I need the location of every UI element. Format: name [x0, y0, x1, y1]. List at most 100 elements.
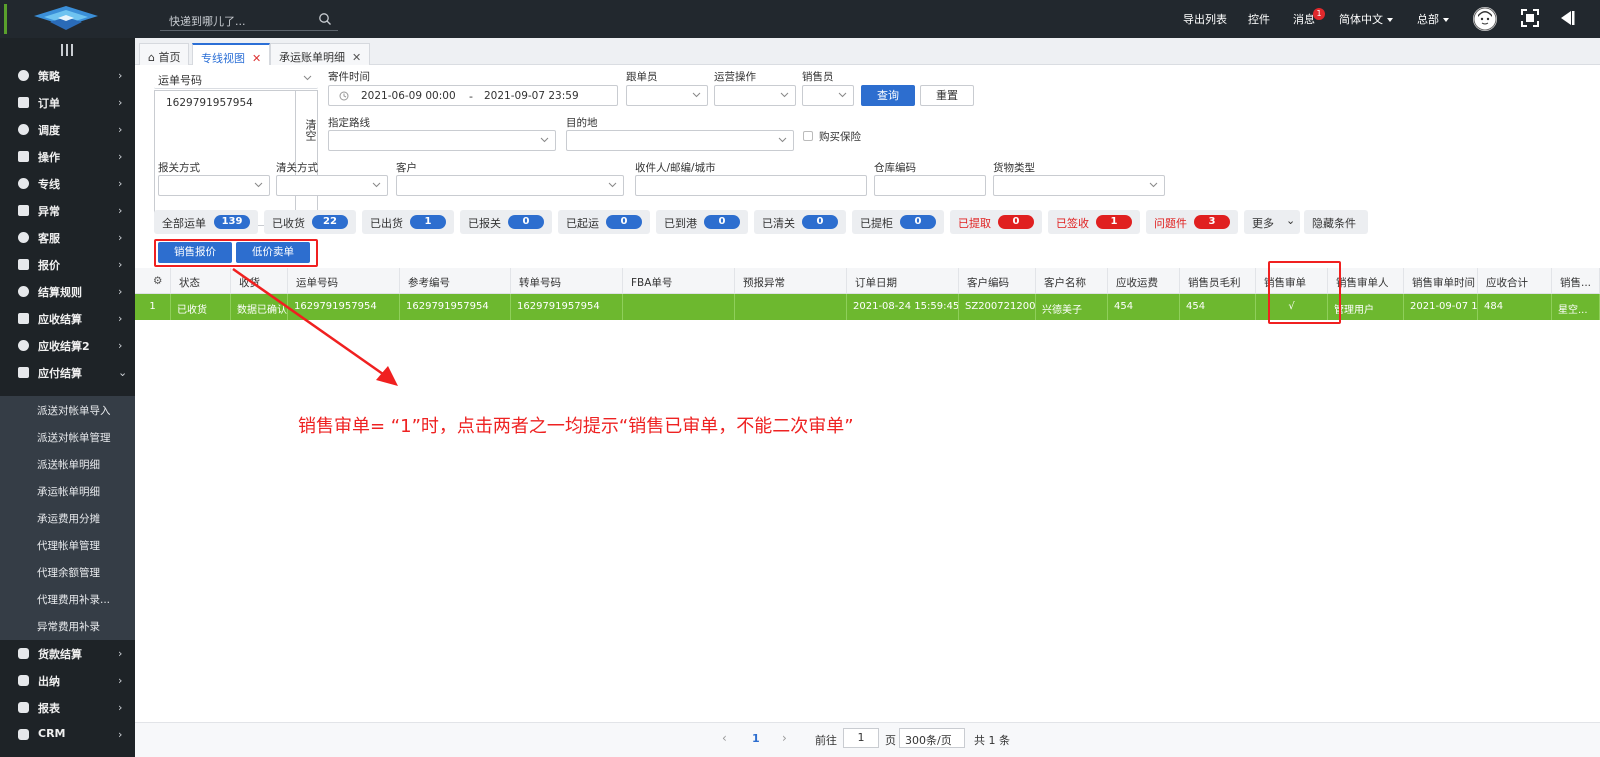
close-icon[interactable]: ✕ [252, 52, 261, 65]
sidebar-item-5[interactable]: 异常 › [0, 197, 135, 224]
table-header[interactable]: 客户编码 [959, 268, 1036, 294]
dest-select[interactable] [566, 130, 794, 151]
customs-select[interactable] [158, 175, 270, 196]
table-cell[interactable]: SZ20072120000 [959, 294, 1036, 320]
status-chip-4[interactable]: 已起运 0 [558, 210, 650, 234]
prev-page-icon[interactable]: ‹ [722, 731, 727, 745]
menu-toggle-icon[interactable] [58, 44, 76, 56]
table-row-index[interactable]: 1 [135, 294, 171, 320]
route-select[interactable] [328, 130, 556, 151]
sidebar-bottom-item-0[interactable]: 货款结算 › [0, 640, 135, 667]
sidebar-item-7[interactable]: 报价 › [0, 251, 135, 278]
tab-home[interactable]: ⌂ 首页 [139, 43, 190, 65]
reset-button[interactable]: 重置 [920, 85, 974, 106]
status-chip-9[interactable]: 已签收 1 [1048, 210, 1140, 234]
receiver-input[interactable] [635, 175, 867, 196]
submenu-item-3[interactable]: 承运帐单明细 [0, 477, 135, 504]
ops-select[interactable] [714, 85, 796, 106]
controls-link[interactable]: 控件 [1248, 11, 1270, 27]
table-header[interactable]: 预报异常 [735, 268, 847, 294]
table-cell[interactable]: 已收货 [171, 294, 231, 320]
table-cell[interactable]: 2021-08-24 15:59:45 [847, 294, 959, 320]
status-chip-2[interactable]: 已出货 1 [362, 210, 454, 234]
sidebar-item-1[interactable]: 订单 › [0, 89, 135, 116]
table-cell[interactable] [735, 294, 847, 320]
sidebar-item-8[interactable]: 结算规则 › [0, 278, 135, 305]
tab-carrier-bill[interactable]: 承运账单明细 ✕ [270, 43, 371, 65]
page-size-select[interactable]: 300条/页 [899, 728, 965, 748]
clearance-select[interactable] [276, 175, 388, 196]
sidebar-item-9[interactable]: 应收结算 › [0, 305, 135, 332]
submenu-item-0[interactable]: 派送对帐单导入 [0, 396, 135, 423]
sidebar-bottom-item-3[interactable]: CRM › [0, 721, 135, 748]
table-cell[interactable] [623, 294, 735, 320]
table-header[interactable]: 参考编号 [400, 268, 511, 294]
table-header[interactable]: 应收合计 [1478, 268, 1552, 294]
avatar[interactable] [1473, 7, 1497, 31]
table-cell[interactable]: 1629791957954 [400, 294, 511, 320]
close-icon[interactable]: ✕ [352, 51, 361, 64]
more-dropdown[interactable]: 更多 ⌄ [1244, 210, 1300, 234]
status-chip-1[interactable]: 已收货 22 [264, 210, 356, 234]
submenu-item-4[interactable]: 承运费用分摊 [0, 504, 135, 531]
sidebar-bottom-item-1[interactable]: 出纳 › [0, 667, 135, 694]
sidebar-bottom-item-2[interactable]: 报表 › [0, 694, 135, 721]
status-chip-8[interactable]: 已提取 0 [950, 210, 1042, 234]
table-cell[interactable]: 2021-09-07 10: [1404, 294, 1478, 320]
query-button[interactable]: 查询 [861, 85, 915, 106]
table-header[interactable]: FBA单号 [623, 268, 735, 294]
sidebar-item-0[interactable]: 策略 › [0, 62, 135, 89]
table-cell[interactable]: 454 [1108, 294, 1180, 320]
table-cell[interactable]: 454 [1180, 294, 1256, 320]
sidebar-item-11[interactable]: 应付结算 ⌄ [0, 359, 135, 386]
follower-select[interactable] [626, 85, 708, 106]
customer-select[interactable] [396, 175, 624, 196]
collapse-panel-icon[interactable] [1559, 10, 1575, 26]
waybill-type-select[interactable]: 运单号码 [154, 69, 318, 89]
gear-icon[interactable]: ⚙ [153, 275, 162, 287]
sidebar-item-4[interactable]: 专线 › [0, 170, 135, 197]
goto-page-input[interactable]: 1 [843, 728, 879, 748]
table-cell[interactable]: 484 [1478, 294, 1552, 320]
sales-select[interactable] [802, 85, 854, 106]
warehouse-input[interactable] [874, 175, 986, 196]
table-header[interactable]: 销售审单时间 [1404, 268, 1478, 294]
language-select[interactable]: 简体中文 [1339, 11, 1393, 27]
hide-conditions-button[interactable]: 隐藏条件 [1304, 210, 1368, 234]
table-header[interactable]: 状态 [171, 268, 231, 294]
logo-icon[interactable] [30, 4, 102, 32]
table-header[interactable]: 销售... [1552, 268, 1600, 294]
table-settings-header[interactable]: ⚙ [135, 268, 171, 294]
export-list-link[interactable]: 导出列表 [1183, 11, 1227, 27]
table-cell[interactable]: 1629791957954 [511, 294, 623, 320]
next-page-icon[interactable]: › [782, 731, 787, 745]
sidebar-item-6[interactable]: 客服 › [0, 224, 135, 251]
search-input[interactable]: 快递到哪儿了... [160, 9, 338, 31]
submenu-item-2[interactable]: 派送帐单明细 [0, 450, 135, 477]
search-icon[interactable] [318, 12, 332, 26]
table-cell[interactable]: 星空... [1552, 294, 1600, 320]
sidebar-item-3[interactable]: 操作 › [0, 143, 135, 170]
sidebar-item-2[interactable]: 调度 › [0, 116, 135, 143]
table-header[interactable]: 转单号码 [511, 268, 623, 294]
status-chip-3[interactable]: 已报关 0 [460, 210, 552, 234]
tab-line-view[interactable]: 专线视图 ✕ [192, 43, 271, 65]
submenu-item-5[interactable]: 代理帐单管理 [0, 531, 135, 558]
send-time-range[interactable]: 2021-06-09 00:00 - 2021-09-07 23:59 [328, 85, 618, 106]
insurance-checkbox[interactable] [803, 131, 813, 141]
submenu-item-6[interactable]: 代理余额管理 [0, 558, 135, 585]
org-select[interactable]: 总部 [1417, 11, 1449, 27]
table-cell[interactable]: 兴德美子 [1036, 294, 1108, 320]
status-chip-6[interactable]: 已清关 0 [754, 210, 846, 234]
submenu-item-1[interactable]: 派送对帐单管理 [0, 423, 135, 450]
status-chip-0[interactable]: 全部运单 139 [154, 210, 258, 234]
status-chip-10[interactable]: 问题件 3 [1146, 210, 1238, 234]
sidebar-item-10[interactable]: 应收结算2 › [0, 332, 135, 359]
messages-link[interactable]: 消息 [1293, 11, 1315, 27]
status-chip-5[interactable]: 已到港 0 [656, 210, 748, 234]
status-chip-7[interactable]: 已提柜 0 [852, 210, 944, 234]
fullscreen-icon[interactable] [1521, 9, 1539, 27]
submenu-item-8[interactable]: 异常费用补录 [0, 612, 135, 639]
table-header[interactable]: 客户名称 [1036, 268, 1108, 294]
table-header[interactable]: 应收运费 [1108, 268, 1180, 294]
